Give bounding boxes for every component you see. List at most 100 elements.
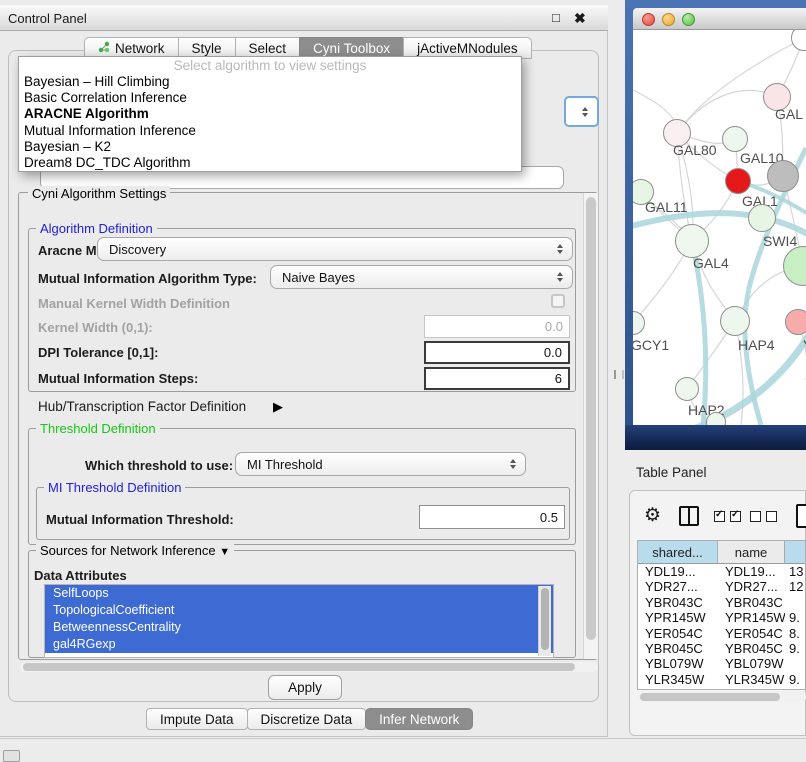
tab-discretize-data[interactable]: Discretize Data — [247, 708, 367, 730]
network-node-gal4[interactable] — [675, 224, 709, 258]
node-label-gal4: GAL4 — [693, 255, 729, 271]
attribute-item-topologicalcoefficient[interactable]: TopologicalCoefficient — [45, 602, 553, 619]
cyni-algorithm-settings-title: Cyni Algorithm Settings — [28, 186, 170, 201]
algorithm-options-list: Bayesian – Hill ClimbingBasic Correlatio… — [19, 74, 521, 171]
table-cell: 9. — [785, 672, 805, 687]
mi-type-select[interactable]: Naive Bayes — [270, 265, 573, 289]
network-canvas[interactable]: GALGAL80GAL10GAL1GAL11GAL4SWI4GCY1HAP4YH… — [633, 30, 806, 425]
network-node[interactable] — [748, 204, 776, 232]
hub-definition-label[interactable]: Hub/Transcription Factor Definition — [38, 399, 246, 414]
table-panel-title: Table Panel — [636, 465, 707, 480]
network-node-hap4[interactable] — [720, 306, 750, 336]
network-node-hap2[interactable] — [675, 377, 699, 401]
collapse-arrow-icon[interactable]: ▼ — [219, 546, 230, 558]
settings-vscrollbar[interactable] — [583, 193, 598, 659]
node-table[interactable]: shared... name YDL19...YDL19...13YDR27..… — [637, 540, 806, 690]
column-header-shared[interactable]: shared... — [638, 541, 718, 564]
tab-impute-data[interactable]: Impute Data — [146, 708, 248, 730]
document-icon[interactable] — [796, 504, 806, 528]
table-row[interactable]: YLR345WYLR345W9. — [638, 672, 805, 687]
network-node-y[interactable] — [785, 309, 806, 335]
attr-list-vscrollbar[interactable] — [538, 586, 551, 656]
algorithm-option-aracne-algorithm[interactable]: ARACNE Algorithm — [19, 106, 521, 122]
settings-vscrollbar-thumb[interactable] — [586, 197, 596, 640]
algorithm-option-bayesian-hill-climbing[interactable]: Bayesian – Hill Climbing — [19, 74, 521, 90]
settings-hscrollbar-thumb[interactable] — [23, 663, 575, 671]
manual-kernel-checkbox[interactable] — [551, 294, 565, 308]
table-row[interactable]: YBL079WYBL079W — [638, 656, 805, 671]
mi-threshold-input[interactable]: 0.5 — [419, 505, 565, 529]
table-cell: YPR145W — [718, 610, 785, 625]
column-header-extra[interactable] — [785, 541, 805, 564]
columns-icon[interactable] — [679, 506, 699, 526]
attribute-item-gal4rgexp[interactable]: gal4RGexp — [45, 636, 553, 653]
algorithm-option-mutual-information-inference[interactable]: Mutual Information Inference — [19, 123, 521, 139]
mi-type-value: Naive Bayes — [282, 270, 355, 285]
table-row[interactable]: YIL052CYIL052C9. — [638, 687, 805, 690]
network-node-gal1[interactable] — [725, 168, 751, 194]
mac-minimize-icon[interactable] — [662, 13, 675, 26]
table-row[interactable]: YER054CYER054C8. — [638, 626, 805, 641]
mi-threshold-group-title: MI Threshold Definition — [44, 480, 185, 495]
table-cell: YER054C — [718, 626, 785, 641]
column-header-name[interactable]: name — [718, 541, 785, 564]
algorithm-option-dream8-dc-tdc-algorithm[interactable]: Dream8 DC_TDC Algorithm — [19, 155, 521, 171]
kernel-width-input[interactable]: 0.0 — [424, 315, 570, 338]
float-window-icon[interactable]: □ — [552, 10, 560, 25]
tab-infer-network[interactable]: Infer Network — [365, 708, 473, 730]
mi-steps-input[interactable]: 6 — [424, 367, 570, 390]
network-node[interactable] — [767, 160, 799, 192]
collapsed-panel-button[interactable] — [3, 750, 20, 762]
table-cell: 12 — [785, 579, 805, 594]
table-row[interactable]: YDR27...YDR27...12 — [638, 579, 805, 594]
table-row[interactable]: YDL19...YDL19...13 — [638, 564, 805, 579]
settings-hscrollbar[interactable] — [20, 662, 598, 672]
mi-threshold-label: Mutual Information Threshold: — [46, 512, 234, 527]
table-cell: YLR345W — [718, 672, 785, 687]
algorithm-option-basic-correlation-inference[interactable]: Basic Correlation Inference — [19, 90, 521, 106]
mac-zoom-icon[interactable] — [682, 13, 695, 26]
select-all-checkboxes-icon[interactable] — [714, 511, 741, 522]
table-hscrollbar-thumb[interactable] — [640, 693, 780, 701]
spinner-arrows-icon — [582, 107, 588, 117]
table-cell: YER054C — [638, 626, 718, 641]
sources-group-title[interactable]: Sources for Network Inference ▼ — [36, 543, 234, 558]
table-hscrollbar[interactable] — [637, 691, 806, 702]
app-screen: Control Panel □ ✖ NetworkStyleSelectCyni… — [0, 0, 806, 762]
mac-close-icon[interactable] — [642, 13, 655, 26]
table-cell: YIL052C — [718, 687, 785, 690]
dpi-tolerance-input[interactable]: 0.0 — [424, 341, 570, 364]
deselect-all-checkboxes-icon[interactable] — [750, 511, 777, 522]
which-threshold-select[interactable]: MI Threshold — [235, 452, 526, 476]
control-panel-title: Control Panel — [8, 11, 87, 26]
panel-divider-grip[interactable] — [614, 370, 624, 379]
which-threshold-value: MI Threshold — [247, 457, 323, 472]
data-attributes-label: Data Attributes — [34, 568, 127, 583]
network-node[interactable] — [706, 412, 726, 425]
table-row[interactable]: YBR043CYBR043C — [638, 595, 805, 610]
table-row[interactable]: YBR045CYBR045C9. — [638, 641, 805, 656]
table-cell: 9. — [785, 610, 805, 625]
attr-list-vscrollbar-thumb[interactable] — [541, 588, 549, 650]
attribute-item-selfloops[interactable]: SelfLoops — [45, 585, 553, 602]
algorithm-option-bayesian-k2[interactable]: Bayesian – K2 — [19, 139, 521, 155]
close-window-icon[interactable]: ✖ — [574, 10, 586, 27]
table-row[interactable]: YPR145WYPR145W9. — [638, 610, 805, 625]
bottom-strip — [0, 738, 806, 762]
network-window-titlebar[interactable] — [633, 8, 806, 30]
table-cell: YIL052C — [638, 687, 718, 690]
network-node-gal10[interactable] — [722, 126, 748, 152]
network-window-frame-bottom — [625, 425, 806, 450]
tab-label: Cyni Toolbox — [313, 41, 390, 56]
gear-icon[interactable]: ⚙ — [644, 506, 661, 525]
cyni-bottom-tabs: Impute DataDiscretize DataInfer Network — [146, 708, 473, 730]
apply-button[interactable]: Apply — [268, 675, 342, 700]
attribute-item-betweennesscentrality[interactable]: BetweennessCentrality — [45, 619, 553, 636]
data-attributes-list: SelfLoopsTopologicalCoefficientBetweenne… — [44, 584, 554, 658]
focused-spinner[interactable] — [564, 96, 599, 127]
expand-arrow-icon[interactable]: ▶ — [273, 399, 283, 415]
table-cell: 9. — [785, 687, 805, 690]
node-label-swi4: SWI4 — [763, 233, 797, 249]
tab-label: Network — [115, 41, 165, 56]
aracne-mode-select[interactable]: Discovery — [97, 237, 573, 261]
